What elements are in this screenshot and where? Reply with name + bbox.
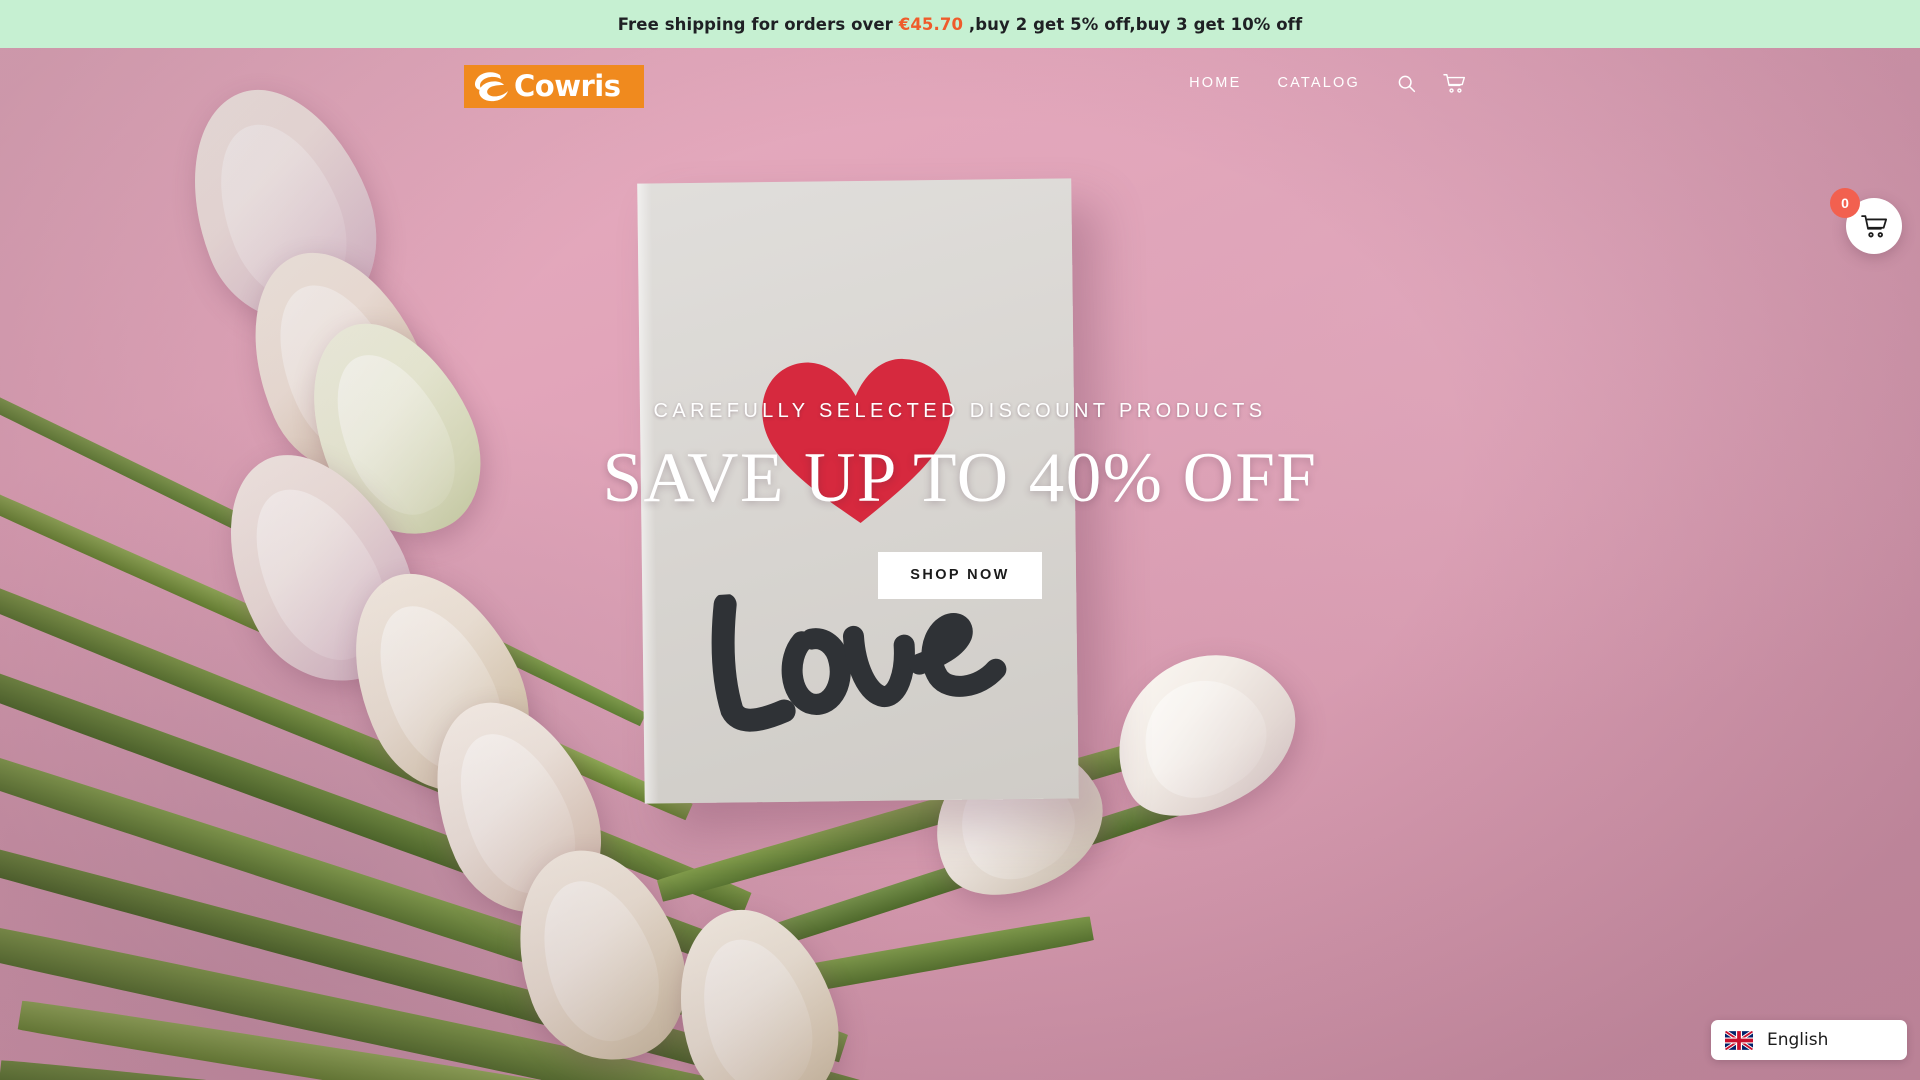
site-logo-text: Cowris [514, 69, 621, 103]
cart-icon[interactable] [1434, 66, 1474, 100]
hero-subtitle: CAREFULLY SELECTED DISCOUNT PRODUCTS [653, 400, 1267, 422]
announcement-prefix: Free shipping for orders over [617, 14, 899, 34]
cowris-swoosh-logo-icon [470, 69, 512, 105]
search-icon[interactable] [1386, 66, 1426, 100]
site-logo[interactable]: Cowris [464, 65, 644, 108]
announcement-price: €45.70 [898, 14, 964, 34]
love-script-artwork [691, 575, 1030, 746]
main-navigation: HOME CATALOG [1171, 66, 1474, 100]
language-label: English [1767, 1029, 1829, 1050]
shop-now-button[interactable]: SHOP NOW [878, 552, 1042, 599]
nav-item-home[interactable]: HOME [1171, 69, 1259, 97]
site-header: Cowris HOME CATALOG [0, 48, 1920, 110]
uk-flag-icon [1725, 1030, 1753, 1050]
cart-count-badge: 0 [1830, 188, 1860, 218]
announcement-suffix: ,buy 2 get 5% off,buy 3 get 10% off [963, 14, 1303, 34]
page-root: Free shipping for orders over €45.70 ,bu… [0, 0, 1920, 1080]
hero-content: CAREFULLY SELECTED DISCOUNT PRODUCTS SAV… [0, 400, 1920, 599]
floating-cart-button[interactable]: 0 [1830, 188, 1902, 254]
nav-item-catalog[interactable]: CATALOG [1259, 69, 1378, 97]
announcement-text: Free shipping for orders over €45.70 ,bu… [618, 15, 1303, 34]
announcement-bar: Free shipping for orders over €45.70 ,bu… [0, 0, 1920, 48]
hero-title: SAVE UP TO 40% OFF [602, 439, 1318, 517]
cart-icon [1860, 214, 1887, 237]
language-selector[interactable]: English [1711, 1020, 1907, 1060]
